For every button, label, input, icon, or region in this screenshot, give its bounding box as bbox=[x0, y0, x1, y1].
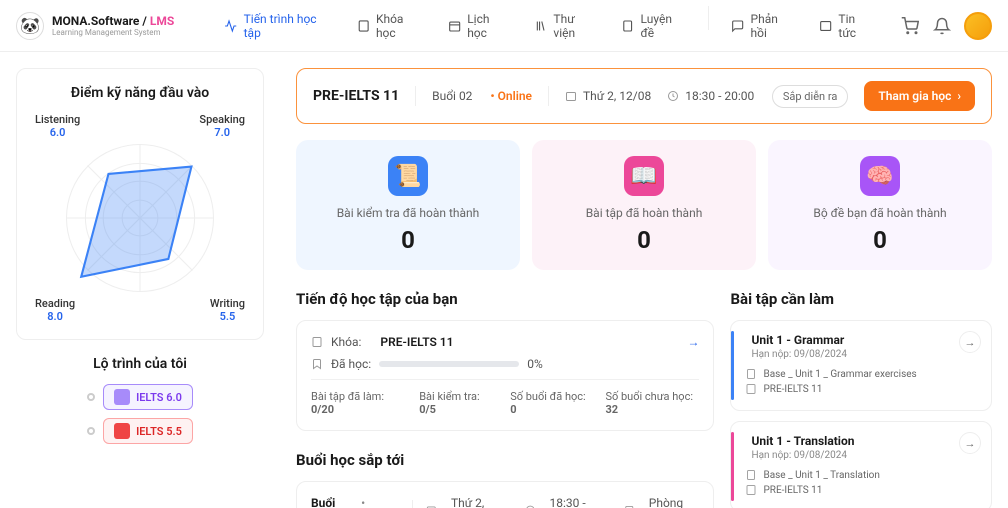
library-icon bbox=[534, 19, 547, 33]
calendar-icon bbox=[565, 90, 577, 102]
arrow-icon[interactable]: → bbox=[959, 331, 981, 353]
panda-icon: 🐼 bbox=[16, 12, 44, 40]
content: PRE-IELTS 11 Buổi 02 • Online Thứ 2, 12/… bbox=[280, 52, 1008, 508]
file-icon bbox=[745, 368, 757, 380]
nav-feedback[interactable]: Phản hồi bbox=[721, 6, 805, 46]
tasks-title: Bài tập cần làm bbox=[730, 290, 992, 308]
route-item[interactable]: IELTS 5.5 bbox=[87, 418, 193, 444]
arrow-icon[interactable]: → bbox=[959, 432, 981, 454]
arrow-icon[interactable]: → bbox=[687, 335, 699, 349]
avatar[interactable] bbox=[964, 12, 992, 40]
route-item[interactable]: IELTS 6.0 bbox=[87, 384, 193, 410]
bell-icon[interactable] bbox=[932, 16, 952, 36]
stat-sets: 🧠Bộ đề bạn đã hoàn thành0 bbox=[768, 140, 992, 270]
activity-icon bbox=[224, 19, 237, 33]
calendar-icon bbox=[448, 19, 461, 33]
calendar-icon bbox=[426, 504, 437, 508]
cart-icon[interactable] bbox=[900, 16, 920, 36]
room-icon bbox=[624, 504, 635, 508]
join-button[interactable]: Tham gia học› bbox=[864, 81, 975, 111]
progress-card: Khóa: PRE-IELTS 11→ Đã học:0% Bài tập đã… bbox=[296, 320, 714, 431]
book-icon bbox=[745, 484, 757, 496]
stat-homework: 📖Bài tập đã hoàn thành0 bbox=[532, 140, 756, 270]
nav-schedule[interactable]: Lịch học bbox=[438, 6, 520, 46]
progress-title: Tiến độ học tập của bạn bbox=[296, 290, 714, 308]
header: 🐼 MONA.Software / LMS Learning Managemen… bbox=[0, 0, 1008, 52]
status-soon: Sắp diễn ra bbox=[772, 85, 848, 108]
nav-library[interactable]: Thư viện bbox=[524, 6, 607, 46]
task-item[interactable]: Unit 1 - Grammar Hạn nộp: 09/08/2024 → B… bbox=[730, 320, 992, 411]
book-icon bbox=[311, 336, 323, 348]
news-icon bbox=[819, 19, 832, 33]
session-card: Buổi 01 • Offline Thứ 2, 12/08 18:30 - 2… bbox=[296, 481, 714, 508]
bookmark-icon bbox=[311, 358, 323, 370]
clock-icon bbox=[667, 90, 679, 102]
radar-title: Điểm kỹ năng đầu vào bbox=[33, 85, 247, 101]
next-title: Buổi học sắp tới bbox=[296, 451, 714, 469]
nav-course[interactable]: Khóa học bbox=[347, 6, 434, 46]
radar-card: Điểm kỹ năng đầu vào Listening6.0 Speaki… bbox=[16, 68, 264, 340]
nav-practice[interactable]: Luyện đề bbox=[611, 6, 696, 46]
nav: Tiến trình học tập Khóa học Lịch học Thư… bbox=[214, 6, 884, 46]
file-icon bbox=[745, 469, 757, 481]
logo[interactable]: 🐼 MONA.Software / LMS Learning Managemen… bbox=[16, 12, 174, 40]
radar-chart: Listening6.0 Speaking7.0 Reading8.0 Writ… bbox=[35, 113, 245, 323]
route-title: Lộ trình của tôi bbox=[16, 356, 264, 372]
clock-icon bbox=[525, 504, 536, 508]
sidebar: Điểm kỹ năng đầu vào Listening6.0 Speaki… bbox=[0, 52, 280, 508]
chat-icon bbox=[731, 19, 744, 33]
stat-tests: 📜Bài kiểm tra đã hoàn thành0 bbox=[296, 140, 520, 270]
task-item[interactable]: Unit 1 - Translation Hạn nộp: 09/08/2024… bbox=[730, 421, 992, 508]
file-icon bbox=[621, 19, 634, 33]
book-icon bbox=[357, 19, 370, 33]
nav-news[interactable]: Tin tức bbox=[809, 6, 884, 46]
upcoming-course: PRE-IELTS 11 bbox=[313, 88, 399, 104]
book-icon bbox=[745, 383, 757, 395]
nav-progress[interactable]: Tiến trình học tập bbox=[214, 6, 342, 46]
upcoming-bar: PRE-IELTS 11 Buổi 02 • Online Thứ 2, 12/… bbox=[296, 68, 992, 124]
